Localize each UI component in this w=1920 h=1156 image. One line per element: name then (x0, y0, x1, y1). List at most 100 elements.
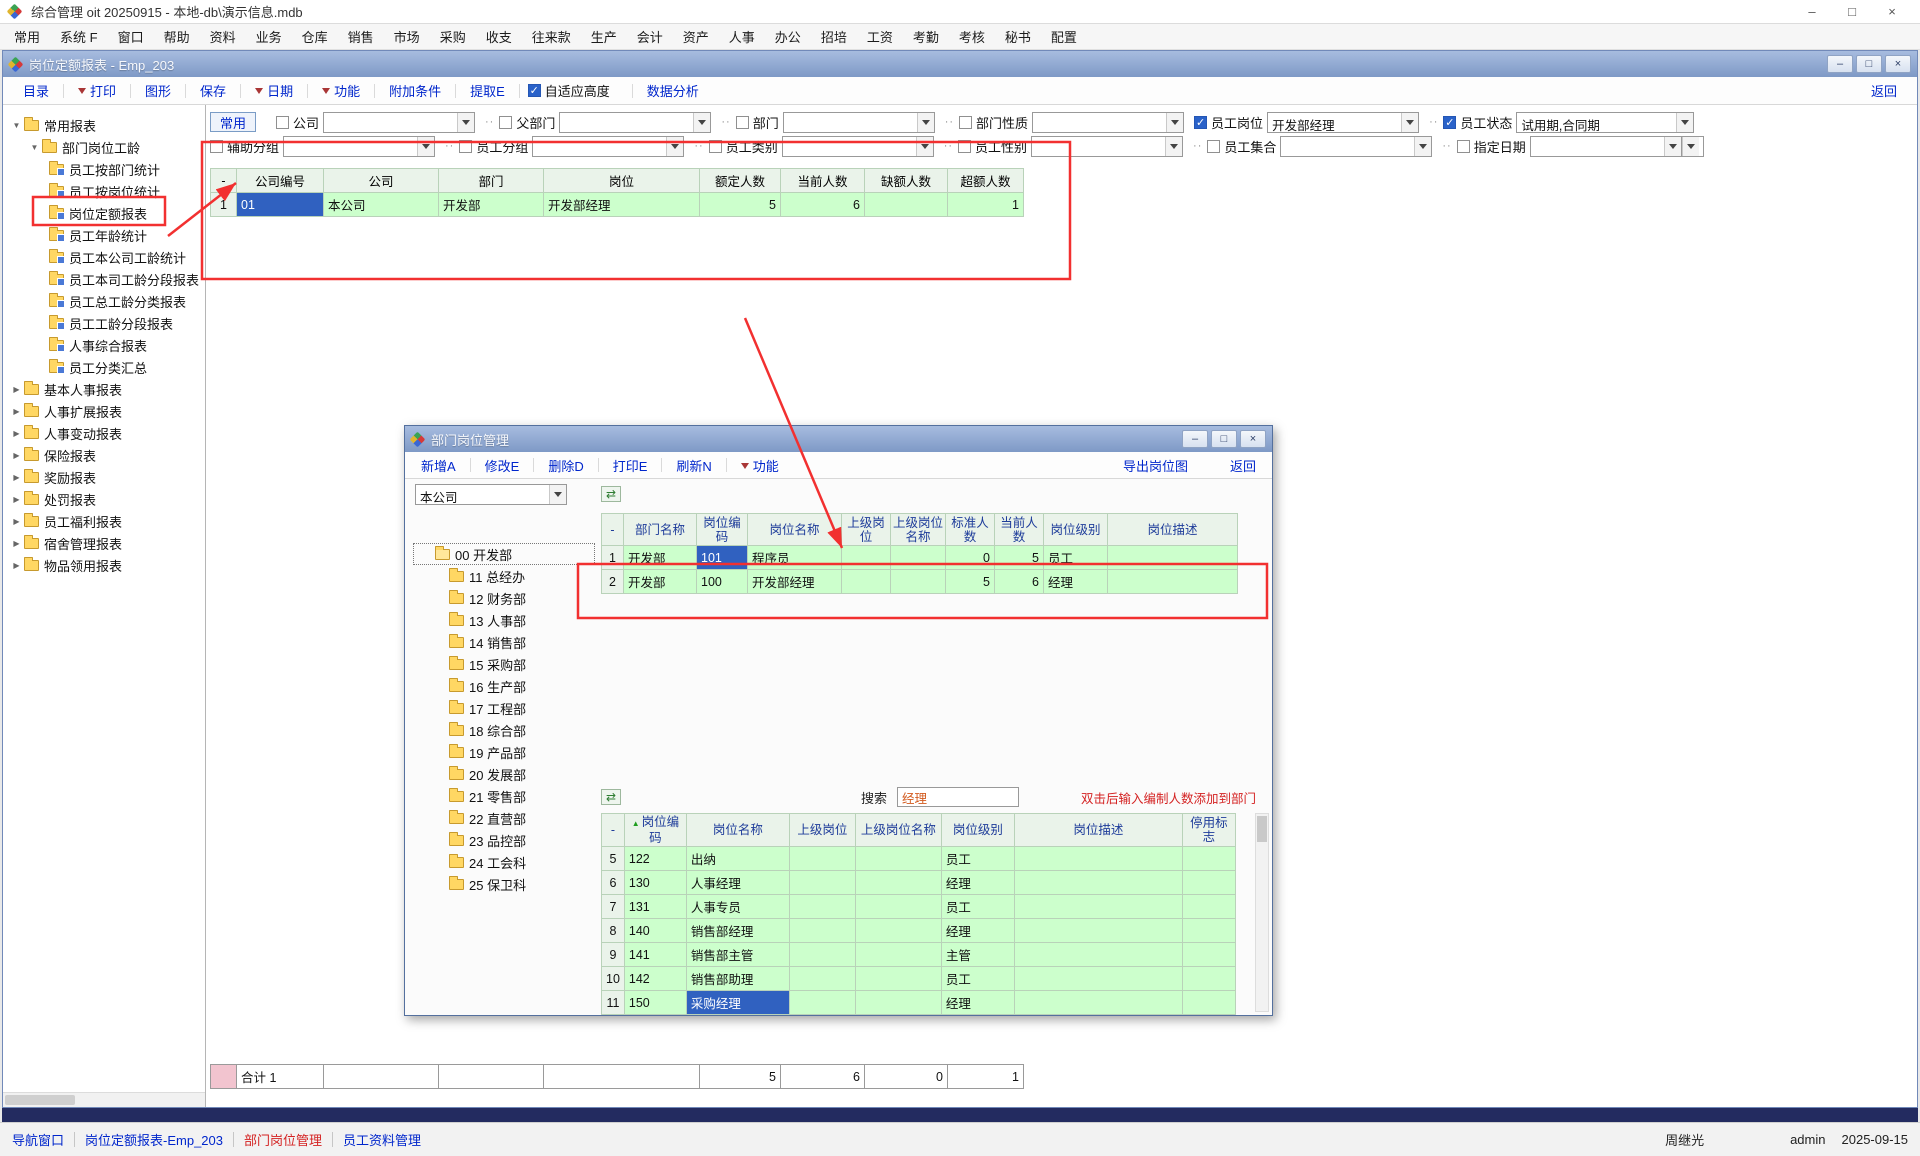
filter-dropdown[interactable] (559, 112, 711, 133)
grid-cell[interactable]: 6 (781, 1065, 865, 1089)
close-button[interactable]: × (1872, 0, 1912, 23)
menu-item[interactable]: 资产 (673, 25, 719, 48)
tree-item[interactable]: 16 生产部 (413, 675, 595, 697)
grid-cell[interactable]: 0 (946, 546, 995, 570)
menu-item[interactable]: 考核 (949, 25, 995, 48)
grid-cell[interactable] (789, 919, 855, 943)
tree-item[interactable]: 25 保卫科 (413, 873, 595, 895)
filter-dropdown[interactable]: 试用期,合同期 (1516, 112, 1694, 133)
menu-item[interactable]: 市场 (384, 25, 430, 48)
toolbar-button[interactable]: 打印 (72, 81, 122, 100)
export-position-chart-button[interactable]: 导出岗位图 (1117, 456, 1194, 475)
minimize-button[interactable]: – (1792, 0, 1832, 23)
menu-item[interactable]: 销售 (338, 25, 384, 48)
grid-row[interactable]: 8140销售部经理经理 (602, 919, 1236, 943)
menu-item[interactable]: 考勤 (903, 25, 949, 48)
grid-cell[interactable]: 员工 (941, 967, 1014, 991)
grid-cell[interactable] (1014, 871, 1182, 895)
toolbar-button[interactable]: 新增A (415, 456, 462, 475)
grid-cell[interactable]: 销售部助理 (686, 967, 789, 991)
statusbar-employee-window[interactable]: 员工资料管理 (343, 1130, 421, 1149)
menu-item[interactable]: 办公 (765, 25, 811, 48)
grid-cell[interactable] (1014, 967, 1182, 991)
menu-item[interactable]: 会计 (627, 25, 673, 48)
report-window-titlebar[interactable]: 岗位定额报表 - Emp_203 – □ × (3, 51, 1917, 77)
grid-header-cell[interactable]: ▲岗位编码 (624, 814, 686, 847)
search-input[interactable]: 经理 (897, 787, 1019, 807)
grid-header-cell[interactable]: 公司 (324, 169, 439, 193)
grid-cell[interactable]: 7 (602, 895, 625, 919)
grid-cell[interactable] (855, 847, 941, 871)
grid-header-cell[interactable]: 岗位级别 (1044, 514, 1108, 546)
tree-expander-icon[interactable]: ▼ (9, 121, 24, 130)
tree-item[interactable]: 员工本公司工龄统计 (3, 246, 205, 268)
grid-row[interactable]: 10142销售部助理员工 (602, 967, 1236, 991)
tree-expander-icon[interactable]: ▶ (9, 561, 24, 570)
filter-checkbox[interactable]: ✓ (1443, 116, 1456, 129)
grid-cell[interactable]: 人事专员 (686, 895, 789, 919)
toolbar-button[interactable]: 打印E (607, 456, 654, 475)
filter-checkbox[interactable] (959, 116, 972, 129)
grid-cell[interactable] (1014, 943, 1182, 967)
tree-expander-icon[interactable]: ▼ (27, 143, 42, 152)
menu-item[interactable]: 人事 (719, 25, 765, 48)
grid-cell[interactable]: 本公司 (324, 193, 439, 217)
filter-checkbox[interactable] (709, 140, 722, 153)
grid-cell[interactable]: 1 (948, 193, 1024, 217)
grid-cell[interactable]: 0 (865, 1065, 948, 1089)
tree-item[interactable]: 19 产品部 (413, 741, 595, 763)
statusbar-report-window[interactable]: 岗位定额报表-Emp_203 (85, 1130, 223, 1149)
grid-cell[interactable]: 141 (624, 943, 686, 967)
grid-cell[interactable]: 8 (602, 919, 625, 943)
tree-item[interactable]: ▶基本人事报表 (3, 378, 205, 400)
filter-dropdown[interactable]: 开发部经理 (1267, 112, 1419, 133)
filter-dropdown[interactable] (1280, 136, 1432, 157)
toolbar-button[interactable]: 功能 (735, 456, 785, 475)
tree-item[interactable]: 14 销售部 (413, 631, 595, 653)
filter-dropdown[interactable] (783, 112, 935, 133)
tree-expander-icon[interactable]: ▶ (9, 495, 24, 504)
tree-item[interactable]: 11 总经办 (413, 565, 595, 587)
grid-header-cell[interactable]: 岗位名称 (686, 814, 789, 847)
grid-cell[interactable] (324, 1065, 439, 1089)
tree-expander-icon[interactable]: ▶ (9, 429, 24, 438)
grid-header-cell[interactable]: 停用标志 (1182, 814, 1235, 847)
grid-cell[interactable]: 5 (995, 546, 1044, 570)
grid-cell[interactable]: 6 (602, 871, 625, 895)
grid-header-cell[interactable]: 上级岗位名称 (891, 514, 946, 546)
tree-item[interactable]: 岗位定额报表 (3, 202, 205, 224)
grid-cell[interactable]: 2 (602, 570, 624, 594)
grid-cell[interactable] (1014, 991, 1182, 1015)
grid-cell[interactable]: 主管 (941, 943, 1014, 967)
menu-item[interactable]: 常用 (4, 25, 50, 48)
app-titlebar[interactable]: 综合管理 oit 20250915 - 本地-db\演示信息.mdb – □ × (0, 0, 1920, 24)
grid-cell[interactable]: 员工 (941, 847, 1014, 871)
toolbar-button[interactable]: 图形 (139, 81, 177, 100)
grid-header-cell[interactable]: 岗位级别 (941, 814, 1014, 847)
toolbar-button[interactable]: 日期 (249, 81, 299, 100)
toolbar-button[interactable]: 目录 (17, 81, 55, 100)
close-button[interactable]: × (1240, 430, 1266, 448)
vertical-scrollbar[interactable] (1255, 813, 1269, 1012)
grid-cell[interactable]: 销售部主管 (686, 943, 789, 967)
grid-cell[interactable] (789, 847, 855, 871)
scrollbar-thumb[interactable] (5, 1095, 75, 1105)
grid-header-cell[interactable]: 上级岗位名称 (855, 814, 941, 847)
grid-cell[interactable] (891, 570, 946, 594)
filter-dropdown[interactable] (1530, 136, 1682, 157)
grid-row[interactable]: 11150采购经理经理 (602, 991, 1236, 1015)
filter-checkbox[interactable] (736, 116, 749, 129)
grid-header-cell[interactable]: 额定人数 (700, 169, 781, 193)
tree-item[interactable]: 员工总工龄分类报表 (3, 290, 205, 312)
grid-cell[interactable] (1014, 847, 1182, 871)
grid-header-cell[interactable]: 上级岗位 (842, 514, 891, 546)
grid-cell[interactable] (1182, 895, 1235, 919)
scrollbar-thumb[interactable] (1257, 816, 1267, 842)
maximize-button[interactable]: □ (1856, 55, 1882, 73)
grid-row[interactable]: 9141销售部主管主管 (602, 943, 1236, 967)
grid-cell[interactable] (1182, 919, 1235, 943)
filter-checkbox[interactable] (958, 140, 971, 153)
grid-cell[interactable]: 员工 (941, 895, 1014, 919)
grid-cell[interactable]: 122 (624, 847, 686, 871)
grid-header-cell[interactable]: 岗位描述 (1108, 514, 1238, 546)
